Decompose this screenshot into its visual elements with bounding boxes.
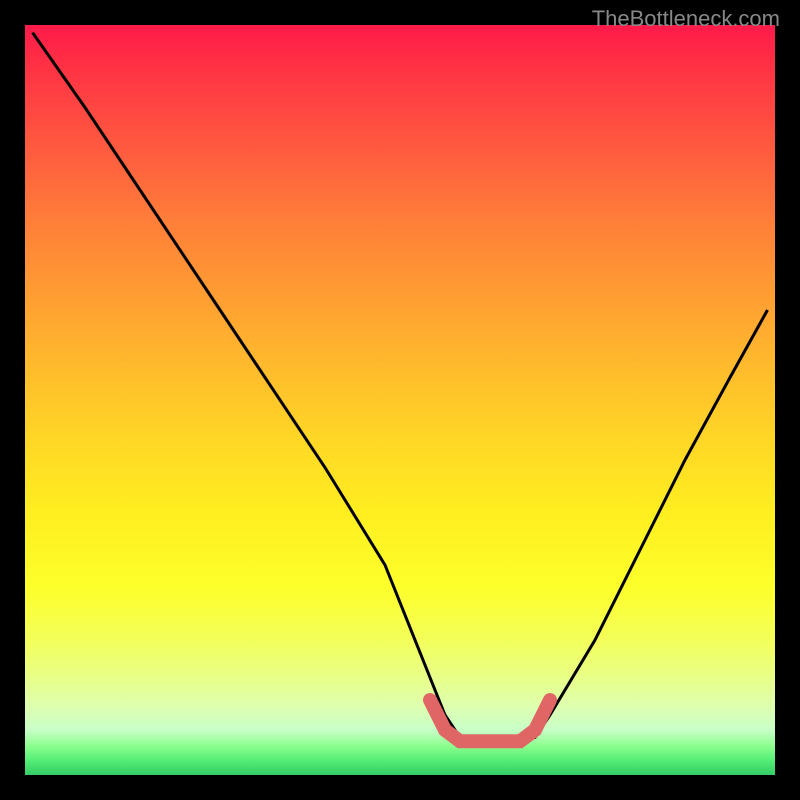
flat-red-segment [430, 700, 550, 741]
curve-black [33, 33, 768, 738]
watermark-text: TheBottleneck.com [592, 6, 780, 32]
chart-background [25, 25, 775, 775]
chart-svg [25, 25, 775, 775]
